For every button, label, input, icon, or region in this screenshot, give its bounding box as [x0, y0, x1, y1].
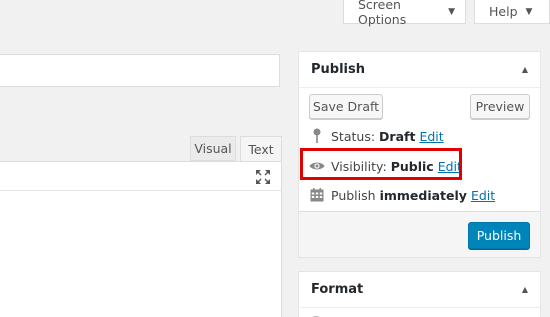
tab-visual[interactable]: Visual: [190, 136, 236, 161]
status-value: Draft: [379, 128, 416, 144]
caret-down-icon: ▼: [448, 6, 455, 17]
caret-down-icon: ▼: [525, 6, 533, 17]
content-editor[interactable]: [0, 161, 282, 317]
publish-button[interactable]: Publish: [468, 222, 530, 249]
help-button[interactable]: Help ▼: [474, 0, 550, 24]
publish-actions: Publish: [299, 211, 540, 257]
post-schedule-row: Publish immediately Edit: [309, 187, 495, 203]
schedule-edit-link[interactable]: Edit: [471, 188, 495, 203]
collapse-arrow-icon[interactable]: ▲: [522, 65, 528, 74]
format-box-header[interactable]: Format ▲: [299, 272, 540, 308]
publish-box-header[interactable]: Publish ▲: [299, 52, 540, 88]
status-edit-link[interactable]: Edit: [419, 129, 443, 144]
visibility-highlight-box: [300, 148, 462, 180]
save-draft-button[interactable]: Save Draft: [309, 94, 383, 119]
screen-options-label: Screen Options: [358, 0, 407, 27]
post-title-input[interactable]: [0, 54, 280, 87]
editor-toolbar: [0, 162, 281, 191]
format-box: Format ▲: [298, 271, 541, 317]
calendar-icon: [309, 187, 325, 203]
screen-options-button[interactable]: Screen Options ▼: [343, 0, 466, 27]
screen-meta-tabs: Screen Options ▼ Help ▼: [343, 0, 550, 27]
preview-button[interactable]: Preview: [470, 94, 530, 119]
tab-text[interactable]: Text: [240, 136, 282, 161]
schedule-label: Publish: [331, 187, 376, 203]
post-status-row: Status: Draft Edit: [309, 128, 444, 144]
status-label: Status:: [331, 128, 376, 144]
format-box-title: Format: [311, 282, 364, 297]
help-label: Help: [489, 4, 518, 19]
pin-icon: [309, 128, 325, 144]
publish-box-title: Publish: [311, 62, 365, 77]
fullscreen-icon[interactable]: [255, 169, 271, 185]
collapse-arrow-icon[interactable]: ▲: [522, 285, 528, 294]
schedule-value: immediately: [379, 187, 467, 203]
